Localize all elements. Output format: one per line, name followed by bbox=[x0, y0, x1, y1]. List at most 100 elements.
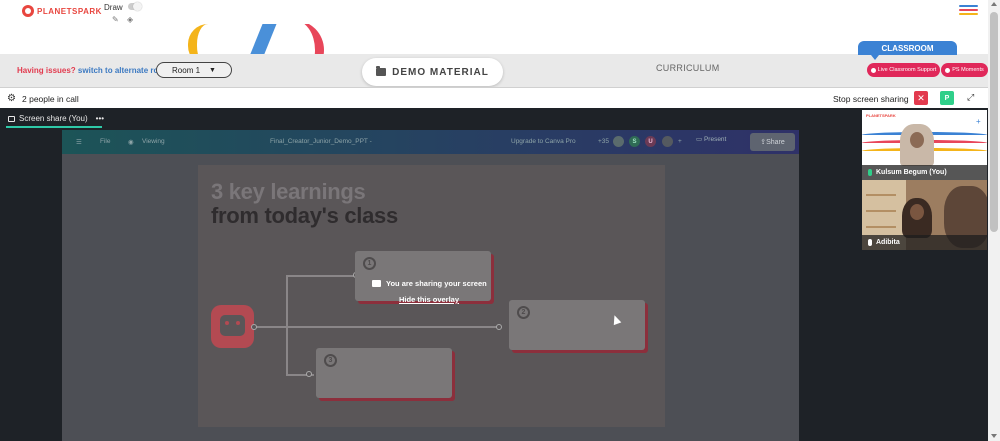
people-count: 2 people in call bbox=[22, 94, 79, 104]
canva-toolbar: ☰ File ◉ Viewing Final_Creator_Junior_De… bbox=[62, 130, 799, 154]
room-select[interactable]: Room 1 ▼ bbox=[156, 62, 232, 78]
draw-toggle[interactable] bbox=[128, 2, 142, 11]
participant-name-bar: Adibita bbox=[862, 235, 987, 250]
participant-name: Adibita bbox=[876, 239, 900, 246]
active-tab-underline bbox=[6, 126, 102, 128]
moments-icon bbox=[945, 67, 951, 73]
hamburger-icon[interactable] bbox=[959, 5, 978, 17]
tab-curriculum[interactable]: CURRICULUM bbox=[656, 63, 720, 73]
hide-overlay-link[interactable]: Hide this overlay bbox=[399, 295, 459, 304]
tab-indicator-arrow bbox=[871, 55, 879, 60]
robot-face bbox=[220, 315, 245, 336]
stage-tab-row: Screen share (You) ••• bbox=[0, 108, 862, 128]
connector-line bbox=[286, 326, 500, 328]
caret-down-icon: ▼ bbox=[209, 66, 216, 74]
user-avatar-button[interactable]: P bbox=[940, 91, 954, 105]
ps-moments-label: PS Moments bbox=[952, 67, 984, 73]
stop-screen-sharing-label[interactable]: Stop screen sharing bbox=[833, 94, 909, 104]
plus-icon: + bbox=[976, 117, 981, 126]
learning-card-3: 3 bbox=[316, 348, 452, 398]
app-window: PLANETSPARK Draw ✎ ◈ Having issues? swit… bbox=[0, 0, 1000, 441]
slide-title-line2: from today's class bbox=[211, 203, 398, 228]
top-header: PLANETSPARK Draw ✎ ◈ bbox=[0, 0, 988, 24]
sharing-overlay-message: You are sharing your screen bbox=[372, 279, 487, 288]
present-icon: ▭ bbox=[696, 136, 704, 143]
hamburger-line bbox=[959, 9, 978, 11]
connector-line bbox=[254, 326, 286, 328]
hamburger-line bbox=[959, 13, 978, 15]
demo-material-label: DEMO MATERIAL bbox=[392, 66, 489, 78]
connector-node bbox=[306, 371, 312, 377]
participant-video bbox=[900, 124, 934, 166]
support-icon bbox=[870, 67, 876, 73]
connector-line bbox=[286, 275, 356, 277]
logo-mark-icon bbox=[22, 5, 34, 17]
gear-icon[interactable]: ⚙ bbox=[7, 93, 16, 104]
canva-share-label: Share bbox=[766, 138, 785, 146]
mic-icon bbox=[868, 239, 872, 246]
decor-arc-red bbox=[292, 24, 324, 54]
connector-node bbox=[251, 324, 257, 330]
add-collaborator-icon: + bbox=[678, 138, 682, 145]
fullscreen-icon[interactable]: ⤢ bbox=[967, 92, 974, 103]
connector-node bbox=[496, 324, 502, 330]
pencil-icon[interactable]: ✎ bbox=[112, 15, 119, 24]
eraser-icon[interactable]: ◈ bbox=[127, 15, 133, 24]
scroll-up-icon[interactable] bbox=[991, 2, 997, 6]
page-scrollbar[interactable] bbox=[988, 0, 1000, 441]
decor-arc-yellow bbox=[188, 24, 208, 54]
more-options-icon[interactable]: ••• bbox=[96, 114, 104, 123]
scroll-down-icon[interactable] bbox=[991, 434, 997, 438]
eye-icon: ◉ bbox=[128, 139, 134, 146]
background-shelf bbox=[866, 194, 896, 196]
background-shelf bbox=[866, 210, 896, 212]
hamburger-line bbox=[959, 5, 978, 7]
participant-video bbox=[902, 198, 932, 238]
room-bar: Having issues? switch to alternate room … bbox=[0, 41, 988, 87]
mic-icon bbox=[868, 169, 872, 176]
participant-name-bar: Kulsum Begum (You) bbox=[862, 165, 987, 180]
canva-collab-count: +35 bbox=[598, 138, 610, 145]
participant-tile[interactable]: Adibita bbox=[862, 180, 987, 250]
close-icon[interactable]: ✕ bbox=[914, 91, 928, 105]
room-select-value: Room 1 bbox=[172, 65, 201, 75]
canva-viewing-mode: Viewing bbox=[142, 138, 165, 145]
video-stage: Screen share (You) ••• ☰ File ◉ Viewing … bbox=[0, 108, 988, 441]
background-shelf bbox=[866, 226, 896, 228]
participant-face bbox=[910, 132, 924, 148]
issues-text: Having issues? bbox=[17, 66, 76, 75]
collaborator-avatar: U bbox=[645, 136, 656, 147]
screen-icon bbox=[372, 280, 381, 287]
collaborator-avatar bbox=[662, 136, 673, 147]
collaborator-avatar: S bbox=[629, 136, 640, 147]
planetspark-logo[interactable]: PLANETSPARK bbox=[22, 5, 102, 17]
canva-present-button: ▭ Present bbox=[696, 135, 726, 143]
participant-name: Kulsum Begum (You) bbox=[876, 169, 947, 176]
demo-material-button[interactable]: DEMO MATERIAL bbox=[362, 58, 503, 86]
learning-card-2: 2 bbox=[509, 300, 645, 350]
canva-upgrade-link: Upgrade to Canva Pro bbox=[511, 138, 576, 145]
issues-notice: Having issues? switch to alternate room bbox=[17, 66, 170, 75]
card-number: 2 bbox=[517, 306, 530, 319]
call-bar: ⚙ 2 people in call Stop screen sharing ✕… bbox=[0, 87, 988, 108]
collaborator-avatar bbox=[613, 136, 624, 147]
canva-file-menu: File bbox=[100, 138, 111, 145]
canva-present-label: Present bbox=[703, 136, 727, 143]
tab-classroom[interactable]: CLASSROOM bbox=[858, 41, 957, 55]
draw-label: Draw bbox=[104, 3, 123, 12]
learning-card-1: 1 bbox=[355, 251, 491, 301]
live-support-label: Live Classroom Support bbox=[877, 67, 937, 73]
canva-doc-title: Final_Creator_Junior_Demo_PPT - bbox=[270, 138, 372, 145]
screen-share-tab-label: Screen share (You) bbox=[19, 114, 88, 123]
canva-menu-icon: ☰ bbox=[76, 139, 82, 146]
participant-tile[interactable]: PLANETSPARK + Kulsum Begum (You) bbox=[862, 110, 987, 180]
overlay-message-text: You are sharing your screen bbox=[386, 279, 487, 288]
classroom-tab-label: CLASSROOM bbox=[881, 43, 934, 53]
tab-screen-share[interactable]: Screen share (You) ••• bbox=[8, 114, 104, 123]
decor-arc-blue bbox=[239, 24, 279, 54]
live-support-button[interactable]: Live Classroom Support bbox=[867, 63, 940, 77]
scroll-thumb[interactable] bbox=[990, 12, 998, 232]
participant-face bbox=[910, 204, 924, 220]
ps-moments-button[interactable]: PS Moments bbox=[941, 63, 988, 77]
decorative-band bbox=[0, 24, 988, 54]
